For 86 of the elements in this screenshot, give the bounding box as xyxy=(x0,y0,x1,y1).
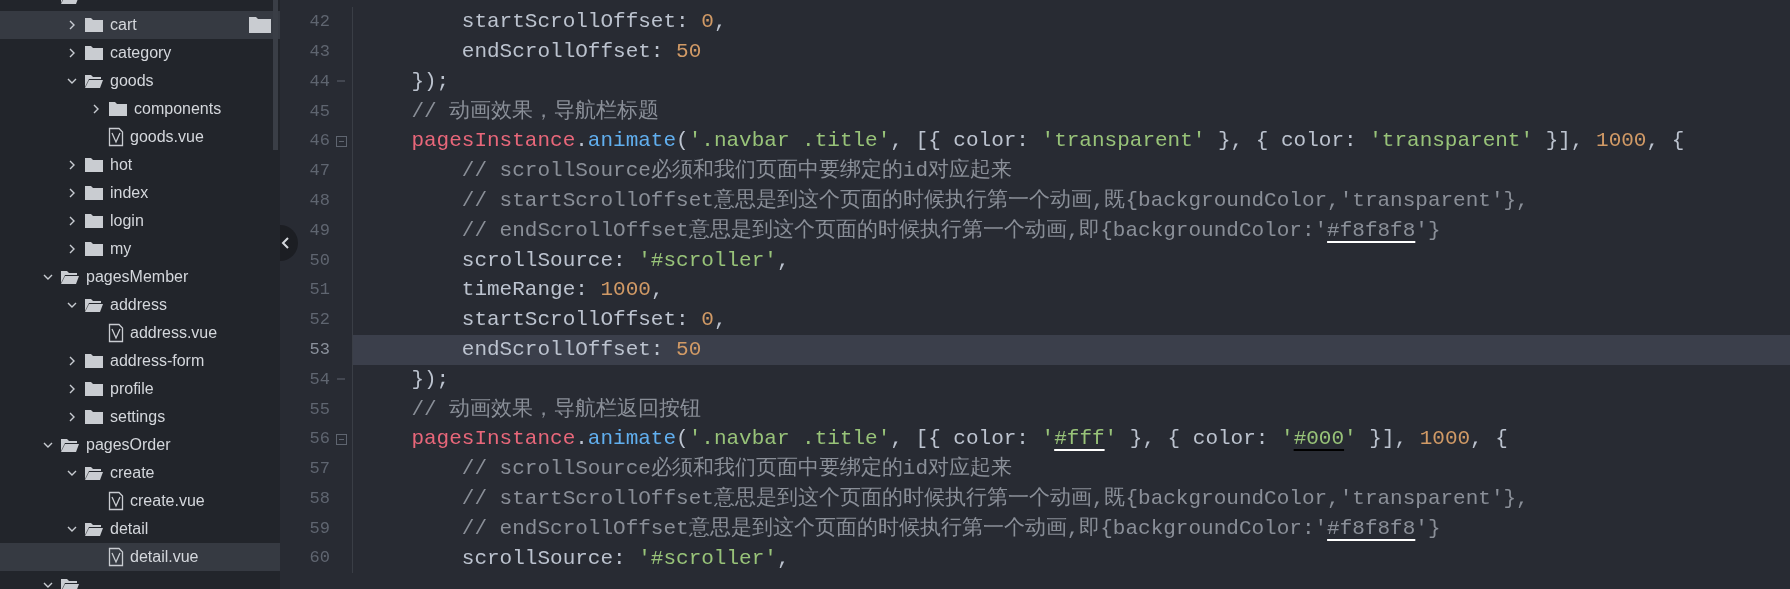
item-label: address-form xyxy=(110,351,205,371)
item-label: pagesOrder xyxy=(86,435,171,455)
folder-item[interactable]: hot xyxy=(0,151,280,179)
folder-item[interactable]: address-form xyxy=(0,347,280,375)
collapse-sidebar-button[interactable] xyxy=(280,225,298,261)
item-label: pagesMember xyxy=(86,267,189,287)
line-number: 56 xyxy=(308,428,330,451)
scrollbar-thumb[interactable] xyxy=(273,0,278,150)
file-item[interactable]: goods.vue xyxy=(0,123,280,151)
fold-icon[interactable] xyxy=(335,433,347,445)
item-label: create xyxy=(110,463,155,483)
folder-item[interactable]: my xyxy=(0,235,280,263)
open-folder-icon xyxy=(60,437,80,453)
open-folder-icon xyxy=(60,269,80,285)
line-number: 51 xyxy=(308,279,330,302)
file-item[interactable]: address.vue xyxy=(0,319,280,347)
open-folder-icon xyxy=(84,465,104,481)
line-number: 58 xyxy=(308,487,330,510)
line-number: 42 xyxy=(308,11,330,34)
folder-item[interactable]: login xyxy=(0,207,280,235)
line-number: 55 xyxy=(308,398,330,421)
line-number: 54 xyxy=(308,368,330,391)
item-label: address xyxy=(110,295,167,315)
item-label: create.vue xyxy=(130,491,205,511)
open-folder-icon xyxy=(84,73,104,89)
item-label: cart xyxy=(110,15,137,35)
folder-item[interactable]: pagesOrder xyxy=(0,431,280,459)
item-label: my xyxy=(110,239,132,259)
folder-icon xyxy=(108,101,128,117)
item-label: detail xyxy=(110,519,149,539)
folder-item[interactable]: settings xyxy=(0,403,280,431)
folder-item[interactable]: detail xyxy=(0,515,280,543)
item-label: components xyxy=(134,99,222,119)
folder-icon xyxy=(84,381,104,397)
folder-icon[interactable] xyxy=(248,16,272,34)
line-number: 47 xyxy=(308,160,330,183)
chevron-left-icon xyxy=(281,237,291,249)
folder-item[interactable]: create xyxy=(0,459,280,487)
vue-file-icon xyxy=(108,491,124,511)
item-label: category xyxy=(110,43,172,63)
line-number: 50 xyxy=(308,249,330,272)
vue-file-icon xyxy=(108,323,124,343)
folder-item[interactable]: cart xyxy=(0,11,280,39)
item-label: address.vue xyxy=(130,323,218,343)
folder-item[interactable]: components xyxy=(0,95,280,123)
folder-item[interactable]: pagesMember xyxy=(0,263,280,291)
line-number: 45 xyxy=(308,100,330,123)
folder-item[interactable]: goods xyxy=(0,67,280,95)
line-number: 60 xyxy=(308,547,330,570)
folder-icon xyxy=(84,213,104,229)
line-number: 49 xyxy=(308,219,330,242)
folder-icon xyxy=(84,185,104,201)
line-number: 53 xyxy=(308,338,330,361)
folder-icon xyxy=(84,45,104,61)
open-folder-icon xyxy=(84,521,104,537)
line-number: 43 xyxy=(308,40,330,63)
item-label: detail.vue xyxy=(130,547,199,567)
folder-icon xyxy=(84,17,104,33)
fold-icon[interactable] xyxy=(335,135,347,147)
line-number: 46 xyxy=(308,130,330,153)
folder-icon xyxy=(84,353,104,369)
folder-item[interactable]: address xyxy=(0,291,280,319)
open-folder-icon xyxy=(84,297,104,313)
item-label: profile xyxy=(110,379,154,399)
line-number: 59 xyxy=(308,517,330,540)
vue-file-icon xyxy=(108,547,124,567)
vue-file-icon xyxy=(108,127,124,147)
item-label: goods.vue xyxy=(130,127,204,147)
line-number: 52 xyxy=(308,309,330,332)
item-label: goods xyxy=(110,71,154,91)
file-item[interactable]: detail.vue xyxy=(0,543,280,571)
folder-item[interactable]: category xyxy=(0,39,280,67)
line-number: 44 xyxy=(308,70,330,93)
folder-icon xyxy=(84,241,104,257)
line-number: 48 xyxy=(308,189,330,212)
folder-icon xyxy=(84,409,104,425)
folder-icon xyxy=(84,157,104,173)
item-label: index xyxy=(110,183,149,203)
item-label: hot xyxy=(110,155,133,175)
line-number: 57 xyxy=(308,458,330,481)
item-label: settings xyxy=(110,407,166,427)
folder-item[interactable]: profile xyxy=(0,375,280,403)
folder-item[interactable]: index xyxy=(0,179,280,207)
file-item[interactable]: create.vue xyxy=(0,487,280,515)
item-label: login xyxy=(110,211,144,231)
open-folder-icon xyxy=(60,577,80,589)
